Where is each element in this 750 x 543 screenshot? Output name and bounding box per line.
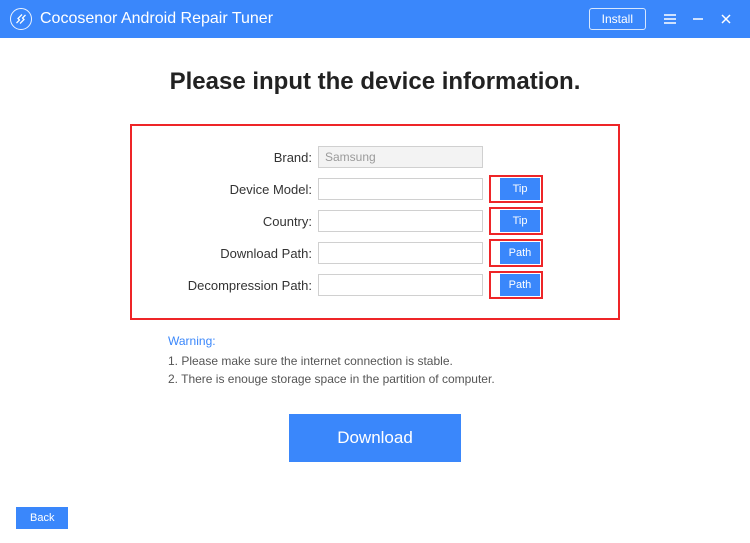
download-path-button[interactable]: Path <box>500 242 540 264</box>
country-field[interactable] <box>318 210 483 232</box>
back-button[interactable]: Back <box>16 507 68 529</box>
app-title: Cocosenor Android Repair Tuner <box>40 10 589 28</box>
device-info-form: Brand: Device Model: Tip Country: Tip Do… <box>130 124 620 320</box>
warning-title: Warning: <box>168 334 620 348</box>
warning-line-1: 1. Please make sure the internet connect… <box>168 354 620 368</box>
menu-icon[interactable] <box>656 5 684 33</box>
app-logo-icon <box>10 8 32 30</box>
device-model-label: Device Model: <box>148 182 318 197</box>
row-download-path: Download Path: Path <box>148 240 602 266</box>
country-tip-highlight: Tip <box>489 207 543 235</box>
decompression-path-field[interactable] <box>318 274 483 296</box>
decompression-path-label: Decompression Path: <box>148 278 318 293</box>
country-label: Country: <box>148 214 318 229</box>
row-device-model: Device Model: Tip <box>148 176 602 202</box>
device-model-field[interactable] <box>318 178 483 200</box>
download-path-button-highlight: Path <box>489 239 543 267</box>
country-tip-button[interactable]: Tip <box>500 210 540 232</box>
decompression-path-button-highlight: Path <box>489 271 543 299</box>
download-path-label: Download Path: <box>148 246 318 261</box>
install-button[interactable]: Install <box>589 8 646 30</box>
decompression-path-button[interactable]: Path <box>500 274 540 296</box>
row-brand: Brand: <box>148 144 602 170</box>
titlebar: Cocosenor Android Repair Tuner Install <box>0 0 750 38</box>
brand-field <box>318 146 483 168</box>
brand-label: Brand: <box>148 150 318 165</box>
warning-block: Warning: 1. Please make sure the interne… <box>130 334 620 386</box>
row-country: Country: Tip <box>148 208 602 234</box>
row-decompression-path: Decompression Path: Path <box>148 272 602 298</box>
device-model-tip-highlight: Tip <box>489 175 543 203</box>
device-model-tip-button[interactable]: Tip <box>500 178 540 200</box>
download-button[interactable]: Download <box>289 414 461 462</box>
warning-line-2: 2. There is enouge storage space in the … <box>168 372 620 386</box>
page-title: Please input the device information. <box>30 68 720 96</box>
download-path-field[interactable] <box>318 242 483 264</box>
close-icon[interactable] <box>712 5 740 33</box>
minimize-icon[interactable] <box>684 5 712 33</box>
content-area: Please input the device information. Bra… <box>0 38 750 462</box>
